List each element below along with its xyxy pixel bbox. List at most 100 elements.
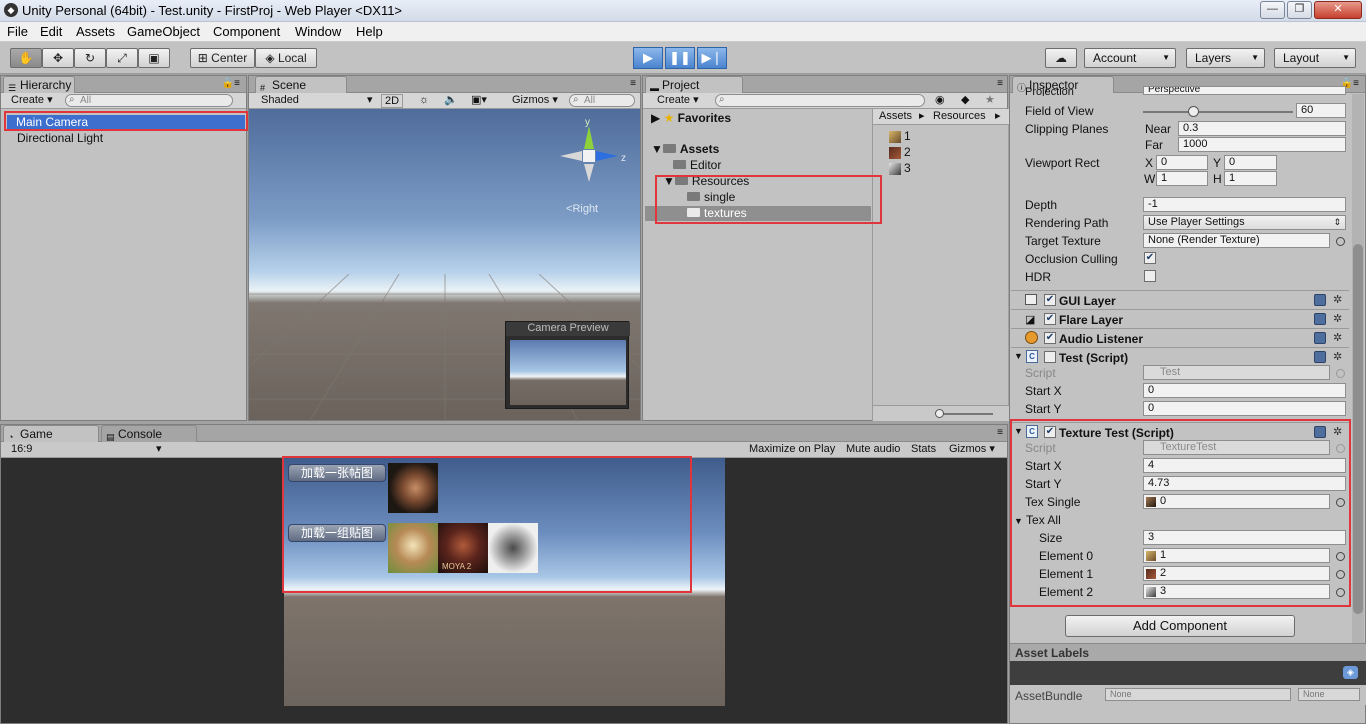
tab-hierarchy[interactable]: ☰ Hierarchy bbox=[3, 76, 75, 93]
scale-tool-icon[interactable]: ⤢ bbox=[106, 48, 138, 68]
maximize-on-play-toggle[interactable]: Maximize on Play bbox=[749, 443, 835, 457]
object-picker-icon[interactable] bbox=[1336, 570, 1345, 579]
object-picker-icon[interactable] bbox=[1336, 498, 1345, 507]
texture-test-header[interactable]: ▼ C ✔ Texture Test (Script) ✲ bbox=[1011, 422, 1349, 441]
tex-all-label[interactable]: ▼ Tex All bbox=[1014, 513, 1061, 527]
gear-icon[interactable]: ✲ bbox=[1333, 331, 1342, 344]
lighting-icon[interactable]: ☼ bbox=[419, 94, 429, 108]
shading-mode-dropdown[interactable]: Shaded bbox=[261, 94, 299, 108]
rect-tool-icon[interactable]: ▣ bbox=[138, 48, 170, 68]
menu-assets[interactable]: Assets bbox=[76, 24, 115, 39]
rendering-path-dropdown[interactable]: Use Player Settings ⇕ bbox=[1143, 215, 1346, 230]
fov-slider-track[interactable] bbox=[1143, 111, 1293, 113]
menu-help[interactable]: Help bbox=[356, 24, 383, 39]
filter-label-icon[interactable]: ◆ bbox=[961, 94, 969, 108]
move-tool-icon[interactable]: ✥ bbox=[42, 48, 74, 68]
pivot-local-button[interactable]: ◈ Local bbox=[255, 48, 317, 68]
near-input[interactable]: 0.3 bbox=[1178, 121, 1346, 136]
size-input[interactable]: 3 bbox=[1143, 530, 1346, 545]
assets-folder[interactable]: ▼ Assets bbox=[651, 142, 719, 156]
gear-icon[interactable]: ✲ bbox=[1333, 425, 1342, 438]
viewport-y-input[interactable]: 0 bbox=[1224, 155, 1277, 170]
gui-layer-checkbox[interactable]: ✔ bbox=[1044, 294, 1056, 306]
depth-input[interactable]: -1 bbox=[1143, 197, 1346, 212]
breadcrumb-assets[interactable]: Assets bbox=[879, 110, 912, 124]
rotate-tool-icon[interactable]: ↻ bbox=[74, 48, 106, 68]
layout-dropdown[interactable]: Layout ▼ bbox=[1274, 48, 1356, 68]
scene-search-input[interactable]: All bbox=[569, 94, 635, 107]
panel-menu-icon[interactable]: ≡ bbox=[997, 78, 1003, 89]
mode-2d-button[interactable]: 2D bbox=[381, 94, 404, 108]
gear-icon[interactable]: ✲ bbox=[1333, 312, 1342, 325]
flare-layer-checkbox[interactable]: ✔ bbox=[1044, 313, 1056, 325]
tag-icon[interactable]: ◈ bbox=[1343, 666, 1358, 679]
tab-console[interactable]: ▤ Console bbox=[101, 425, 197, 442]
element-1-field[interactable]: 2 bbox=[1143, 566, 1330, 581]
favorites-item[interactable]: ▶ ★ Favorites bbox=[651, 111, 731, 125]
hierarchy-create-dropdown[interactable]: Create ▾ bbox=[11, 94, 53, 108]
game-view[interactable]: 加载一张帖图 加载一组贴图 MOYA 2 bbox=[284, 458, 725, 706]
scrollbar-thumb[interactable] bbox=[1353, 244, 1363, 614]
scene-gizmos-dropdown[interactable]: Gizmos ▾ bbox=[512, 94, 558, 108]
hierarchy-search-input[interactable]: All bbox=[65, 94, 233, 107]
menu-file[interactable]: File bbox=[7, 24, 28, 39]
minimize-button[interactable]: — bbox=[1260, 1, 1285, 19]
project-create-dropdown[interactable]: Create ▾ bbox=[657, 94, 699, 108]
mute-audio-toggle[interactable]: Mute audio bbox=[846, 443, 900, 457]
menu-gameobject[interactable]: GameObject bbox=[127, 24, 200, 39]
viewport-w-input[interactable]: 1 bbox=[1156, 171, 1208, 186]
hierarchy-item-main-camera[interactable]: Main Camera bbox=[7, 115, 245, 130]
favorite-star-icon[interactable]: ★ bbox=[985, 94, 995, 108]
panel-menu-icon[interactable]: ≡ bbox=[630, 78, 636, 89]
load-single-button[interactable]: 加载一张帖图 bbox=[288, 464, 386, 482]
far-input[interactable]: 1000 bbox=[1178, 137, 1346, 152]
scene-viewport[interactable]: y z <Right Camera Preview bbox=[249, 109, 640, 420]
folder-editor[interactable]: Editor bbox=[673, 158, 721, 172]
project-search-input[interactable] bbox=[715, 94, 925, 107]
foldout-arrow-icon[interactable]: ▼ bbox=[1014, 351, 1023, 361]
file-item-3[interactable]: 3 bbox=[889, 161, 911, 175]
asset-labels-header[interactable]: Asset Labels bbox=[1010, 643, 1366, 661]
gear-icon[interactable]: ✲ bbox=[1333, 293, 1342, 306]
foldout-arrow-icon[interactable]: ▼ bbox=[1014, 426, 1023, 436]
hdr-checkbox[interactable] bbox=[1144, 270, 1156, 282]
asset-bundle-dropdown[interactable]: None bbox=[1105, 688, 1291, 701]
tab-game[interactable]: ◔ Game bbox=[3, 425, 99, 442]
object-picker-icon[interactable] bbox=[1336, 237, 1345, 246]
test-start-x-input[interactable]: 0 bbox=[1143, 383, 1346, 398]
breadcrumb-resources[interactable]: Resources bbox=[933, 110, 986, 124]
file-item-2[interactable]: 2 bbox=[889, 145, 911, 159]
menu-window[interactable]: Window bbox=[295, 24, 341, 39]
menu-component[interactable]: Component bbox=[213, 24, 280, 39]
tab-scene[interactable]: # Scene bbox=[255, 76, 347, 93]
tt-start-y-input[interactable]: 4.73 bbox=[1143, 476, 1346, 491]
asset-bundle-variant-dropdown[interactable]: None bbox=[1298, 688, 1360, 701]
load-group-button[interactable]: 加载一组贴图 bbox=[288, 524, 386, 542]
tex-single-field[interactable]: 0 bbox=[1143, 494, 1330, 509]
audio-listener-checkbox[interactable]: ✔ bbox=[1044, 332, 1056, 344]
folder-single[interactable]: single bbox=[687, 190, 735, 204]
account-dropdown[interactable]: Account ▼ bbox=[1084, 48, 1176, 68]
help-book-icon[interactable] bbox=[1314, 426, 1326, 438]
help-book-icon[interactable] bbox=[1314, 332, 1326, 344]
folder-resources[interactable]: ▼ Resources bbox=[663, 174, 749, 188]
tab-project[interactable]: ▬ Project bbox=[645, 76, 743, 93]
test-start-y-input[interactable]: 0 bbox=[1143, 401, 1346, 416]
layers-dropdown[interactable]: Layers ▼ bbox=[1186, 48, 1265, 68]
filter-type-icon[interactable]: ◉ bbox=[935, 94, 945, 108]
tt-start-x-input[interactable]: 4 bbox=[1143, 458, 1346, 473]
viewport-h-input[interactable]: 1 bbox=[1224, 171, 1277, 186]
test-script-checkbox[interactable] bbox=[1044, 351, 1056, 363]
audio-listener-header[interactable]: ✔ Audio Listener ✲ bbox=[1011, 328, 1349, 347]
texture-test-checkbox[interactable]: ✔ bbox=[1044, 426, 1056, 438]
zoom-slider-track[interactable] bbox=[939, 413, 993, 415]
hand-tool-icon[interactable]: ✋ bbox=[10, 48, 42, 68]
gear-icon[interactable]: ✲ bbox=[1333, 350, 1342, 363]
pause-button[interactable]: ❚❚ bbox=[665, 47, 695, 69]
effects-icon[interactable]: ▣▾ bbox=[471, 94, 487, 108]
fov-slider-handle[interactable] bbox=[1188, 106, 1199, 117]
viewport-x-input[interactable]: 0 bbox=[1156, 155, 1208, 170]
game-gizmos-dropdown[interactable]: Gizmos ▾ bbox=[949, 443, 995, 457]
panel-menu-icon[interactable]: ≡ bbox=[997, 427, 1003, 438]
folder-textures[interactable]: textures bbox=[645, 206, 871, 221]
